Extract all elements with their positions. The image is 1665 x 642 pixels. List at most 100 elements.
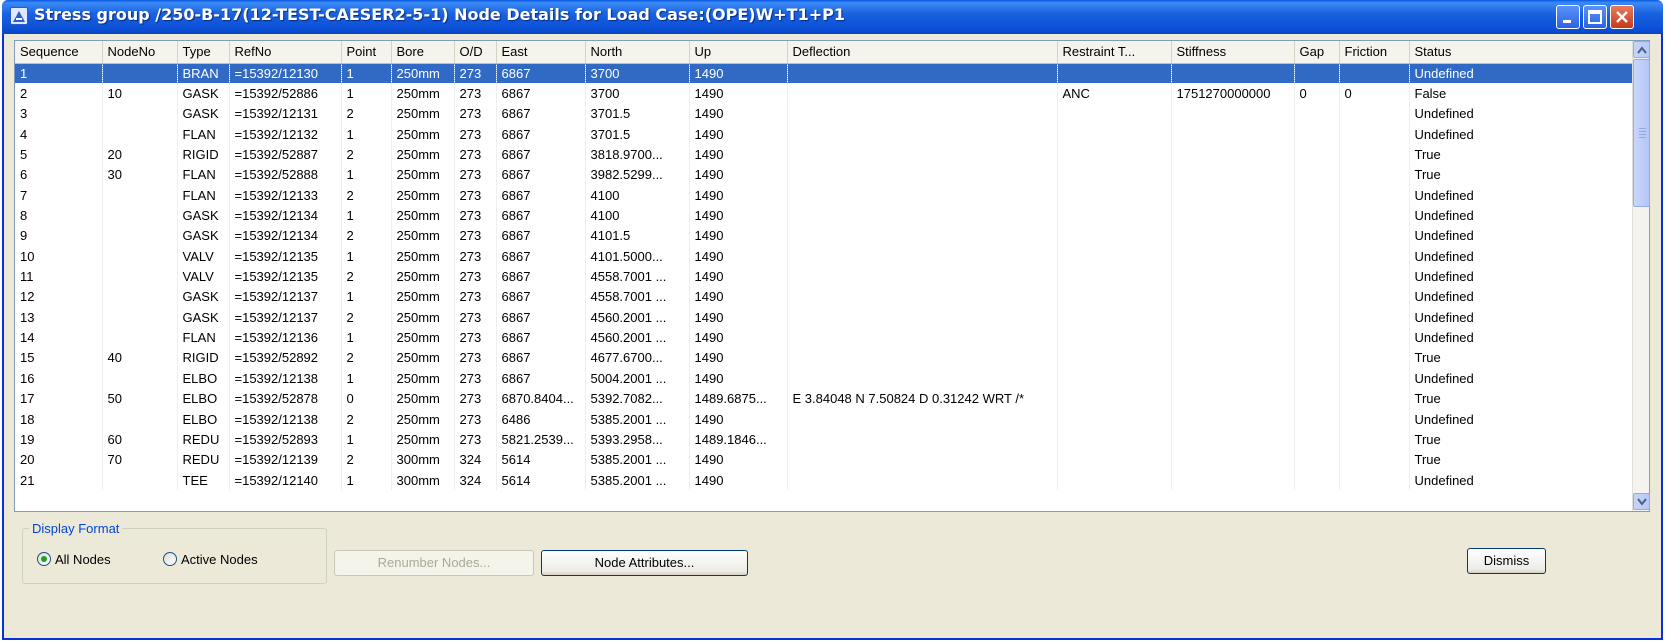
vertical-scrollbar[interactable] (1632, 41, 1650, 511)
table-cell (1057, 185, 1172, 206)
table-cell: 30 (102, 164, 178, 186)
column-header[interactable]: Sequence (15, 41, 103, 64)
scroll-down-button[interactable] (1633, 493, 1650, 510)
column-header[interactable]: Stiffness (1171, 41, 1295, 64)
column-header[interactable]: East (496, 41, 586, 64)
table-cell: 4101.5 (585, 225, 690, 247)
table-cell: 273 (454, 144, 497, 165)
table-cell: 6867 (496, 368, 586, 389)
table-row[interactable]: 8 GASK =15392/12134 1 250mm 273 6867 4100 1490 Un… (15, 205, 1632, 226)
column-header[interactable]: NodeNo (102, 41, 178, 64)
node-details-window: Stress group /250-B-17(12-TEST-CAESER2-5… (2, 0, 1663, 640)
table-cell (1294, 307, 1340, 328)
column-header[interactable]: Restraint T... (1057, 41, 1172, 64)
table-row[interactable]: 16 ELBO =15392/12138 1 250mm 273 6867 5004.2001… (15, 368, 1632, 389)
table-row[interactable]: 14 FLAN =15392/12136 1 250mm 273 6867 4560.2001… (15, 327, 1632, 348)
table-cell: 5004.2001 ... (585, 368, 690, 389)
table-cell: FLAN (177, 185, 230, 206)
table-cell: 1 (341, 124, 392, 145)
table-cell: 50 (102, 388, 178, 409)
table-row[interactable]: 18 ELBO =15392/12138 2 250mm 273 6486 5385.2001… (15, 408, 1632, 430)
column-header[interactable]: RefNo (229, 41, 342, 64)
table-row[interactable]: 21 TEE =15392/12140 1 300mm 324 5614 5385.2001 … (15, 469, 1632, 491)
close-button[interactable] (1610, 5, 1634, 29)
column-header[interactable]: O/D (454, 41, 497, 64)
table-cell (1339, 63, 1410, 84)
table-cell: 250mm (391, 307, 455, 328)
table-cell (787, 368, 1058, 389)
table-row[interactable]: 7 FLAN =15392/12133 2 250mm 273 6867 4100 1490 Un… (15, 185, 1632, 206)
table-cell (787, 327, 1058, 348)
table-cell: ELBO (177, 368, 230, 389)
table-cell (1057, 307, 1172, 328)
maximize-button[interactable] (1583, 5, 1607, 29)
table-cell (787, 347, 1058, 369)
table-cell: GASK (177, 205, 230, 226)
table-row[interactable]: 12 GASK =15392/12137 1 250mm 273 6867 4558.7001… (15, 286, 1632, 308)
column-header[interactable]: Friction (1339, 41, 1410, 64)
column-header[interactable]: Deflection (787, 41, 1058, 64)
table-cell: FLAN (177, 164, 230, 186)
table-cell: 5392.7082... (585, 388, 690, 409)
table-cell (102, 266, 178, 287)
table-cell: 273 (454, 307, 497, 328)
table-cell: 273 (454, 327, 497, 348)
active-nodes-radio[interactable]: Active Nodes (163, 551, 258, 567)
table-cell (1171, 408, 1295, 430)
column-header[interactable]: Bore (391, 41, 455, 64)
scroll-thumb[interactable] (1633, 59, 1650, 207)
table-row[interactable]: 11 VALV =15392/12135 2 250mm 273 6867 4558.7001… (15, 266, 1632, 287)
table-row[interactable]: 15 40 RIGID =15392/52892 2 250mm 273 6867 4677.6… (15, 347, 1632, 369)
column-header[interactable]: Gap (1294, 41, 1340, 64)
table-cell: 1489.6875... (689, 388, 788, 409)
column-header[interactable]: North (585, 41, 690, 64)
table-cell (1057, 63, 1172, 84)
table-cell: 250mm (391, 388, 455, 409)
table-row[interactable]: 19 60 REDU =15392/52893 1 250mm 273 5821.2539..… (15, 429, 1632, 450)
table-row[interactable]: 9 GASK =15392/12134 2 250mm 273 6867 4101.5 1490… (15, 225, 1632, 247)
table-cell: Undefined (1409, 368, 1632, 389)
table-cell: E 3.84048 N 7.50824 D 0.31242 WRT /* (787, 388, 1058, 409)
title-bar[interactable]: Stress group /250-B-17(12-TEST-CAESER2-5… (2, 0, 1663, 34)
column-header[interactable]: Up (689, 41, 788, 64)
table-cell: =15392/52888 (229, 164, 342, 186)
column-header[interactable]: Point (341, 41, 392, 64)
table-row[interactable]: 17 50 ELBO =15392/52878 0 250mm 273 6870.8404..… (15, 388, 1632, 409)
table-cell (1171, 368, 1295, 389)
table-cell (1057, 144, 1172, 165)
dismiss-button[interactable]: Dismiss (1467, 548, 1546, 574)
active-nodes-label: Active Nodes (181, 551, 258, 567)
table-cell: 6867 (496, 185, 586, 206)
table-cell (1171, 225, 1295, 247)
table-cell (1294, 124, 1340, 145)
table-cell: 1490 (689, 103, 788, 125)
table-row[interactable]: 10 VALV =15392/12135 1 250mm 273 6867 4101.5000… (15, 246, 1632, 267)
table-row[interactable]: 3 GASK =15392/12131 2 250mm 273 6867 3701.5 1490… (15, 103, 1632, 125)
table-cell (1171, 347, 1295, 369)
table-cell: 250mm (391, 164, 455, 186)
table-cell (787, 307, 1058, 328)
table-cell: 4558.7001 ... (585, 266, 690, 287)
table-row[interactable]: 20 70 REDU =15392/12139 2 300mm 324 5614 5385.20… (15, 449, 1632, 470)
column-header[interactable]: Status (1409, 41, 1632, 64)
table-cell: 0 (1294, 83, 1340, 104)
renumber-nodes-button[interactable]: Renumber Nodes... (334, 550, 534, 576)
table-row[interactable]: 6 30 FLAN =15392/52888 1 250mm 273 6867 3982.529… (15, 164, 1632, 186)
node-attributes-button[interactable]: Node Attributes... (541, 550, 748, 576)
all-nodes-radio[interactable]: All Nodes (37, 551, 111, 567)
table-row[interactable]: 5 20 RIGID =15392/52887 2 250mm 273 6867 3818.97… (15, 144, 1632, 165)
table-cell (787, 63, 1058, 84)
table-row[interactable]: 1 BRAN =15392/12130 1 250mm 273 6867 3700 1490 Un… (15, 63, 1632, 84)
table-cell: GASK (177, 103, 230, 125)
scroll-up-button[interactable] (1633, 41, 1650, 58)
minimize-button[interactable] (1556, 5, 1580, 29)
table-cell (1171, 307, 1295, 328)
table-row[interactable]: 13 GASK =15392/12137 2 250mm 273 6867 4560.2001… (15, 307, 1632, 328)
table-cell: 5385.2001 ... (585, 408, 690, 430)
table-cell: 1751270000000 (1171, 83, 1295, 104)
column-header[interactable]: Type (177, 41, 230, 64)
table-cell (1294, 103, 1340, 125)
table-row[interactable]: 4 FLAN =15392/12132 1 250mm 273 6867 3701.5 1490… (15, 124, 1632, 145)
table-row[interactable]: 2 10 GASK =15392/52886 1 250mm 273 6867 3700 1490… (15, 83, 1632, 104)
table-cell (1339, 449, 1410, 470)
